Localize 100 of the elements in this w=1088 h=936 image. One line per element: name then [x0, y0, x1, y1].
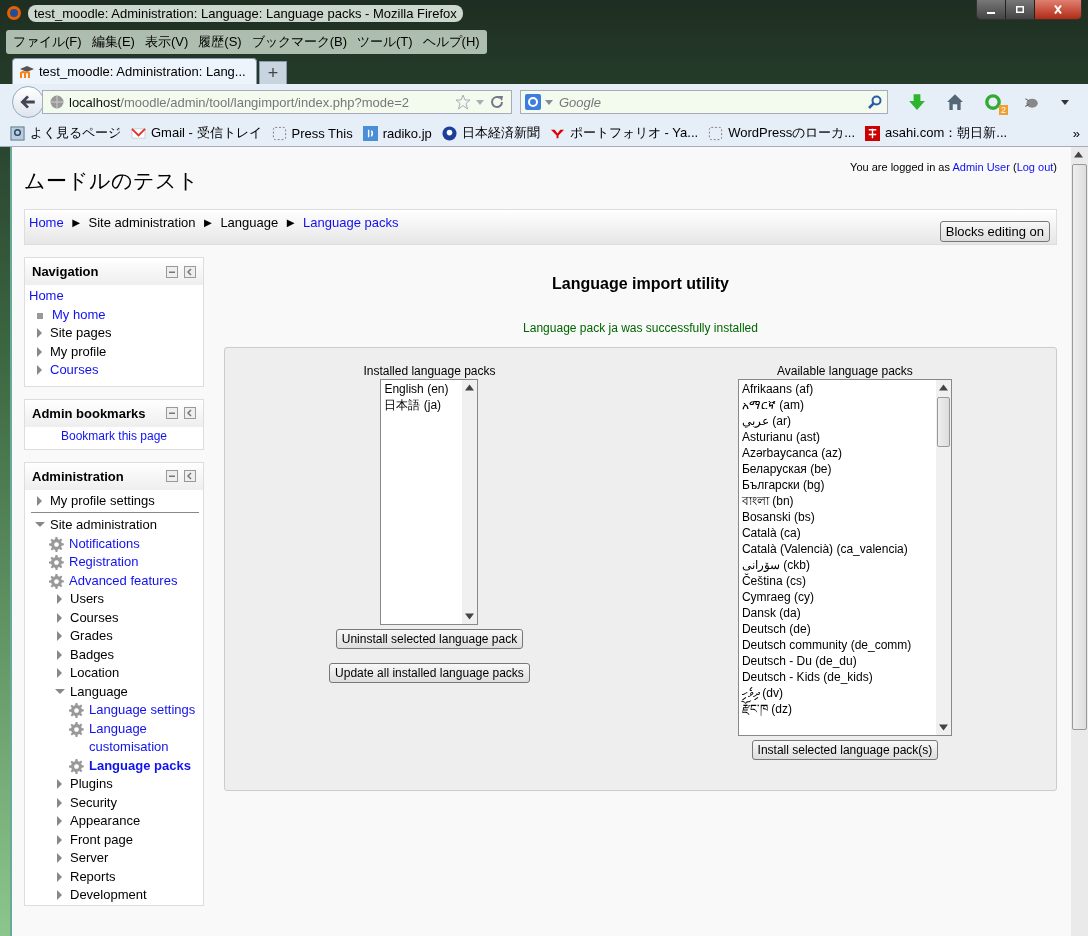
bookmark-item[interactable]: ポートフォリオ - Ya... [549, 124, 699, 142]
tree-label[interactable]: Courses [70, 608, 119, 627]
collapsed-triangle-icon[interactable] [55, 649, 65, 660]
collapsed-triangle-icon[interactable] [55, 631, 65, 641]
breadcrumb-link[interactable]: Home [29, 215, 64, 230]
language-option[interactable]: አማርኛ (am) [741, 397, 933, 413]
language-option[interactable]: English (en) [384, 381, 460, 397]
search-engine-icon[interactable] [525, 94, 541, 110]
menu-item[interactable]: ファイル(F) [8, 31, 87, 53]
dock-block-icon[interactable] [184, 265, 196, 278]
minimize-block-icon[interactable] [166, 265, 178, 278]
bookmark-item[interactable]: Gmail - 受信トレイ [131, 124, 262, 142]
tree-label[interactable]: Plugins [70, 775, 113, 794]
dropdown-arrow-icon[interactable] [475, 97, 485, 107]
language-option[interactable]: Deutsch community (de_comm) [741, 637, 933, 653]
back-button[interactable] [12, 86, 44, 118]
tree-label[interactable]: My profile [50, 342, 107, 361]
search-bar[interactable]: Google [520, 90, 888, 114]
search-icon[interactable] [867, 94, 883, 110]
address-bar[interactable]: localhost/moodle/admin/tool/langimport/index.php?mode=2 [42, 90, 512, 114]
tree-label[interactable]: Development [70, 886, 147, 905]
tree-label[interactable]: My profile settings [50, 491, 155, 510]
logout-link[interactable]: Log out [1016, 161, 1054, 173]
collapsed-triangle-icon[interactable] [55, 816, 65, 826]
bookmark-item[interactable]: よく見るページ [10, 124, 121, 142]
bookmark-item[interactable]: Press This [271, 125, 353, 141]
collapsed-triangle-icon[interactable] [55, 797, 65, 808]
language-option[interactable]: Беларуская (be) [741, 461, 933, 477]
language-option[interactable]: Deutsch (de) [741, 621, 933, 637]
bookmark-page-link[interactable]: Bookmark this page [60, 428, 168, 443]
language-option[interactable]: Deutsch - Kids (de_kids) [741, 669, 933, 685]
breadcrumb-link[interactable]: Language packs [303, 215, 399, 230]
page-scrollbar-drawing[interactable] [1071, 147, 1088, 936]
collapsed-triangle-icon[interactable] [55, 612, 65, 623]
minimize-button[interactable] [977, 0, 1005, 19]
bookmark-item[interactable]: 日本経済新聞 [441, 124, 540, 142]
menu-item[interactable]: ブックマーク(B) [246, 31, 352, 53]
scrollbar-drawing[interactable] [935, 380, 951, 735]
menu-arrow-icon[interactable] [1060, 97, 1070, 107]
tree-link[interactable]: My home [52, 305, 106, 324]
language-option[interactable]: Čeština (cs) [741, 573, 933, 589]
tree-label[interactable]: Security [70, 793, 117, 812]
menu-item[interactable]: 編集(E) [86, 31, 140, 53]
maximize-button[interactable] [1005, 0, 1034, 19]
reload-icon[interactable] [489, 94, 505, 110]
action-button[interactable]: Install selected language pack(s) [751, 740, 939, 760]
language-option[interactable]: Bosanski (bs) [741, 509, 933, 525]
home-icon[interactable] [946, 93, 964, 111]
language-option[interactable]: Asturianu (ast) [741, 429, 933, 445]
action-button[interactable]: Update all installed language packs [329, 663, 530, 683]
close-button[interactable] [1034, 0, 1081, 19]
tree-label[interactable]: Front page [70, 830, 133, 849]
language-option[interactable]: Català (Valencià) (ca_valencia) [741, 541, 933, 557]
new-tab-button[interactable]: + [259, 61, 287, 84]
ring-icon[interactable] [984, 93, 1002, 111]
tree-link[interactable]: Advanced features [69, 571, 178, 590]
collapsed-triangle-icon[interactable] [55, 779, 65, 789]
language-option[interactable]: Afrikaans (af) [741, 381, 933, 397]
tree-link[interactable]: Registration [69, 553, 139, 572]
menu-item[interactable]: ヘルプ(H) [417, 31, 485, 53]
tree-label[interactable]: Appearance [70, 812, 141, 831]
menu-item[interactable]: 履歴(S) [193, 31, 247, 53]
tree-label[interactable]: Users [70, 590, 104, 609]
blocks-editing-button[interactable]: Blocks editing on [939, 220, 1050, 242]
collapsed-triangle-icon[interactable] [55, 871, 65, 882]
language-option[interactable]: Dansk (da) [741, 605, 933, 621]
tree-link[interactable]: Language settings [89, 701, 196, 720]
scrollbar-drawing[interactable] [462, 380, 478, 624]
language-option[interactable]: Azərbaycanca (az) [741, 445, 933, 461]
tree-label[interactable]: Site administration [50, 516, 157, 535]
tree-label[interactable]: Site pages [50, 324, 112, 343]
expanded-triangle-icon[interactable] [35, 520, 45, 530]
expanded-triangle-icon[interactable] [55, 686, 65, 697]
tree-link[interactable]: Language packs [89, 756, 191, 775]
dock-block-icon[interactable] [184, 470, 196, 482]
collapsed-triangle-icon[interactable] [55, 834, 65, 845]
star-icon[interactable] [455, 94, 471, 110]
minimize-block-icon[interactable] [166, 470, 178, 482]
dropdown-arrow-icon[interactable] [544, 97, 554, 107]
language-option[interactable]: 日本語 (ja) [384, 397, 460, 413]
language-listbox[interactable] [737, 379, 952, 736]
collapsed-triangle-icon[interactable] [55, 853, 65, 863]
collapsed-triangle-icon[interactable] [35, 346, 45, 357]
collapsed-triangle-icon[interactable] [35, 328, 45, 338]
tree-label[interactable]: Location [70, 664, 120, 683]
language-option[interactable]: عربي (ar) [741, 413, 933, 429]
browser-tab[interactable]: test_moodle: Administration: Lang... [12, 58, 257, 84]
tree-label[interactable]: Grades [70, 627, 113, 646]
minimize-block-icon[interactable] [166, 407, 178, 419]
bookmark-item[interactable]: WordPressのローカ... [708, 124, 856, 142]
tree-link[interactable]: Notifications [69, 534, 140, 553]
collapsed-triangle-icon[interactable] [55, 594, 65, 604]
collapsed-triangle-icon[interactable] [35, 495, 45, 506]
tree-label[interactable]: Server [70, 849, 109, 868]
collapsed-triangle-icon[interactable] [55, 890, 65, 900]
search-input[interactable]: Google [557, 93, 864, 111]
language-option[interactable]: Deutsch - Du (de_du) [741, 653, 933, 669]
language-option[interactable]: Català (ca) [741, 525, 933, 541]
language-option[interactable]: Български (bg) [741, 477, 933, 493]
language-option[interactable]: རྫོང་ཁ (dz) [741, 701, 933, 717]
